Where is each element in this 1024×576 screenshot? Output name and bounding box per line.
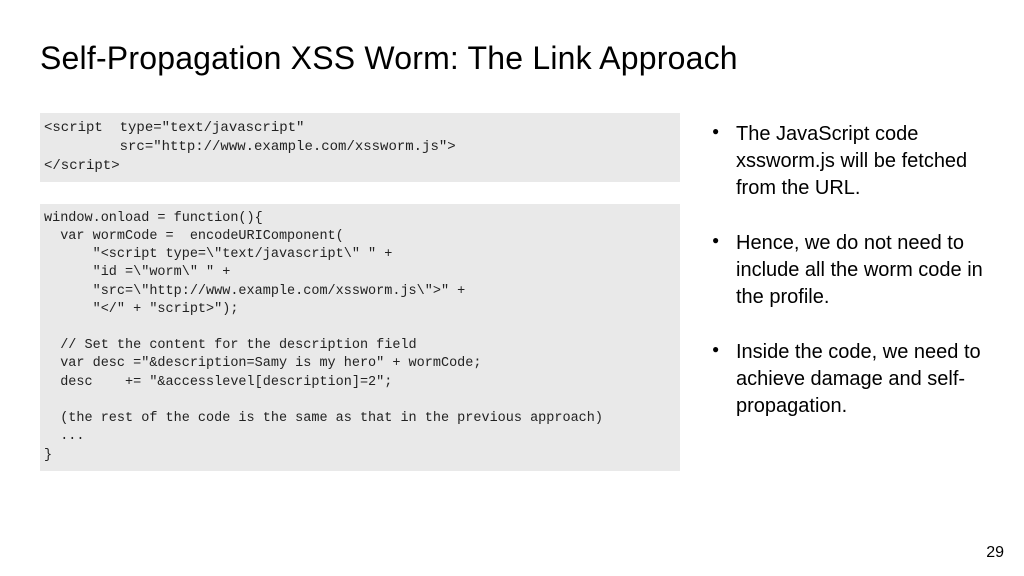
bullet-item: Hence, we do not need to include all the… bbox=[712, 230, 984, 311]
right-column: The JavaScript code xssworm.js will be f… bbox=[712, 113, 984, 493]
slide: Self-Propagation XSS Worm: The Link Appr… bbox=[0, 0, 1024, 576]
bullet-item: The JavaScript code xssworm.js will be f… bbox=[712, 121, 984, 202]
slide-title: Self-Propagation XSS Worm: The Link Appr… bbox=[40, 40, 984, 77]
bullet-item: Inside the code, we need to achieve dama… bbox=[712, 339, 984, 420]
code-block-worm: window.onload = function(){ var wormCode… bbox=[40, 204, 680, 471]
bullet-list: The JavaScript code xssworm.js will be f… bbox=[712, 121, 984, 420]
left-column: <script type="text/javascript" src="http… bbox=[40, 113, 680, 493]
code-block-script-tag: <script type="text/javascript" src="http… bbox=[40, 113, 680, 182]
content-row: <script type="text/javascript" src="http… bbox=[40, 113, 984, 493]
page-number: 29 bbox=[986, 544, 1004, 562]
